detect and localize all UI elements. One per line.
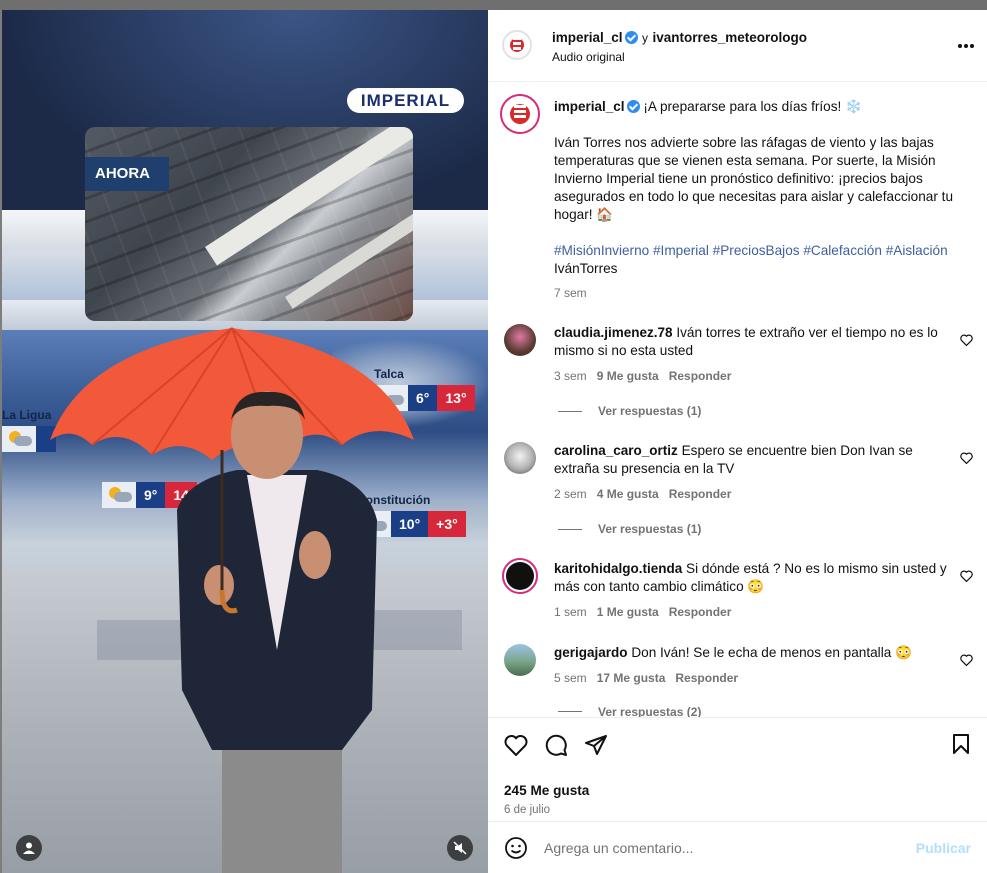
- muted-speaker-icon: [453, 841, 467, 855]
- comment-author[interactable]: claudia.jimenez.78: [554, 325, 673, 340]
- avatar[interactable]: [502, 30, 532, 60]
- publish-button[interactable]: Publicar: [916, 840, 971, 856]
- comment-meta: 1 sem 1 Me gusta Responder: [554, 605, 732, 619]
- post-header: imperial_cl y ivantorres_meteorologo Aud…: [488, 10, 987, 82]
- caption-mention[interactable]: IvánTorres: [554, 260, 617, 278]
- like-heart-icon[interactable]: [960, 452, 973, 464]
- presenter: [177, 391, 377, 873]
- add-comment-bar: Agrega un comentario... Publicar: [488, 821, 987, 873]
- mute-button[interactable]: [447, 835, 473, 861]
- likes-count[interactable]: 4 Me gusta: [597, 487, 659, 501]
- reply-button[interactable]: Responder: [669, 605, 732, 619]
- comment-author[interactable]: gerigajardo: [554, 645, 628, 660]
- comment-author[interactable]: carolina_caro_ortiz: [554, 443, 678, 458]
- like-heart-icon[interactable]: [504, 734, 528, 756]
- caption-age: 7 sem: [554, 286, 587, 300]
- comment-bubble-icon[interactable]: [544, 733, 568, 757]
- caption-first-line: imperial_cl ¡A prepararse para los días …: [554, 99, 862, 114]
- caption-body: Iván Torres nos advierte sobre las ráfag…: [554, 135, 953, 222]
- post-actions: 245 Me gusta 6 de julio: [488, 717, 987, 830]
- post-sidebar: imperial_cl y ivantorres_meteorologo Aud…: [488, 10, 987, 873]
- save-bookmark-icon[interactable]: [952, 733, 970, 755]
- imperial-logo: IMPERIAL: [347, 88, 464, 113]
- reply-button[interactable]: Responder: [675, 671, 738, 685]
- sun-icon: [2, 426, 36, 452]
- reply-button[interactable]: Responder: [669, 369, 732, 383]
- avatar[interactable]: [504, 442, 536, 474]
- likes-count[interactable]: 1 Me gusta: [597, 605, 659, 619]
- live-badge: AHORA: [85, 157, 169, 191]
- audio-link[interactable]: Audio original: [552, 50, 625, 64]
- comment-meta: 3 sem 9 Me gusta Responder: [554, 369, 732, 383]
- comment-author[interactable]: karitohidalgo.tienda: [554, 561, 682, 576]
- post-date: 6 de julio: [504, 804, 551, 816]
- verified-icon: [624, 31, 638, 44]
- collaborator-link[interactable]: ivantorres_meteorologo: [652, 30, 807, 45]
- like-heart-icon[interactable]: [960, 334, 973, 346]
- view-replies-button[interactable]: Ver respuestas (2): [558, 706, 701, 717]
- verified-icon: [626, 100, 640, 113]
- reply-button[interactable]: Responder: [669, 487, 732, 501]
- author-link[interactable]: imperial_cl: [552, 30, 623, 45]
- avatar[interactable]: [502, 558, 538, 594]
- profile-tag-button[interactable]: [16, 835, 42, 861]
- more-options-icon[interactable]: [957, 43, 975, 49]
- emoji-icon[interactable]: [504, 836, 528, 860]
- header-users: imperial_cl y ivantorres_meteorologo: [552, 30, 807, 45]
- share-plane-icon[interactable]: [584, 733, 608, 757]
- like-heart-icon[interactable]: [960, 570, 973, 582]
- like-heart-icon[interactable]: [960, 654, 973, 666]
- comment-text: Don Iván! Se le echa de menos en pantall…: [631, 645, 912, 660]
- live-rain-card: AHORA: [85, 127, 413, 321]
- comment-meta: 2 sem 4 Me gusta Responder: [554, 487, 732, 501]
- comment-meta: 5 sem 17 Me gusta Responder: [554, 671, 739, 685]
- view-replies-button[interactable]: Ver respuestas (1): [558, 522, 701, 536]
- reel-video[interactable]: IMPERIAL AHORA Talca 6° 13° La Ligua 9° …: [2, 10, 488, 873]
- avatar[interactable]: [504, 324, 536, 356]
- avatar[interactable]: [500, 94, 540, 134]
- backdrop-strip: [0, 0, 987, 10]
- avatar[interactable]: [504, 644, 536, 676]
- likes-count[interactable]: 9 Me gusta: [597, 369, 659, 383]
- caption-hashtags[interactable]: #MisiónInvierno #Imperial #PreciosBajos …: [554, 242, 974, 260]
- post-likes[interactable]: 245 Me gusta: [504, 783, 589, 798]
- author-link[interactable]: imperial_cl: [554, 99, 625, 114]
- view-replies-button[interactable]: Ver respuestas (1): [558, 404, 701, 418]
- comment-input[interactable]: Agrega un comentario...: [544, 840, 693, 856]
- likes-count[interactable]: 17 Me gusta: [597, 671, 666, 685]
- person-icon: [23, 842, 35, 854]
- post-modal: IMPERIAL AHORA Talca 6° 13° La Ligua 9° …: [0, 0, 987, 873]
